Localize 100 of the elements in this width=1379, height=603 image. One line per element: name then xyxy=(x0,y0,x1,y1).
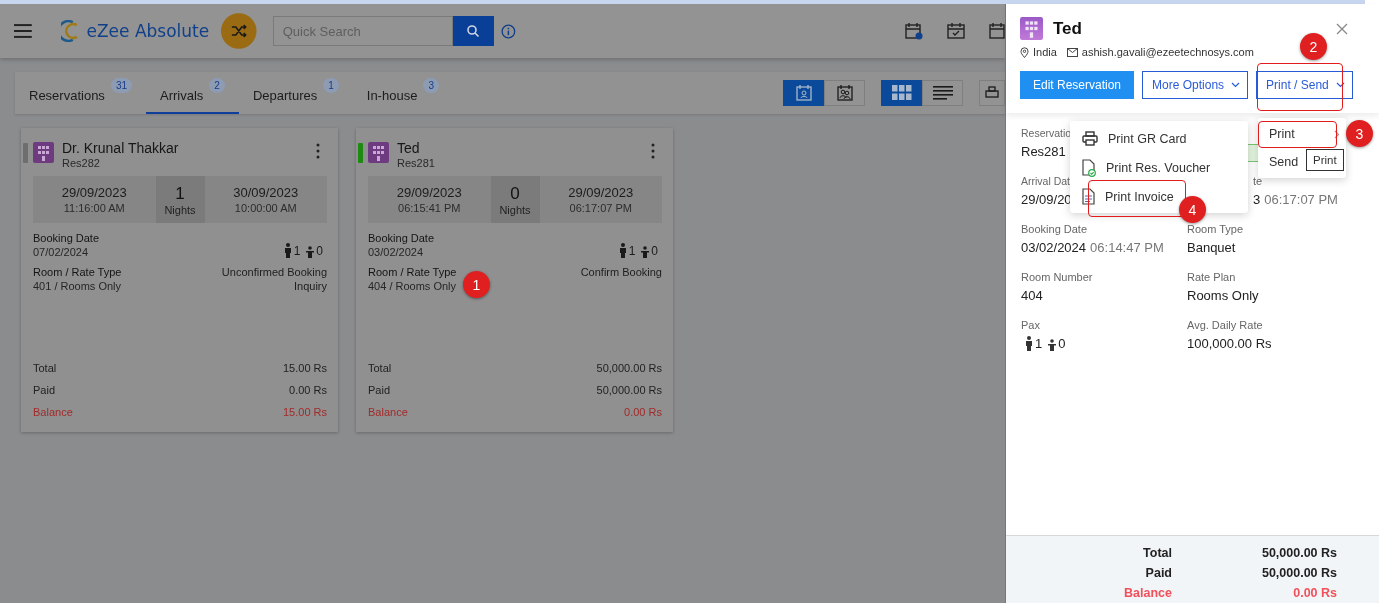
field-value: Banquet xyxy=(1187,240,1236,255)
departure-time: 06:17:07 PM xyxy=(569,202,632,214)
dropdown-button[interactable]: More Options xyxy=(1142,71,1249,99)
field-label: Booking Date xyxy=(33,232,100,244)
calendar-add-icon[interactable] xyxy=(905,22,923,40)
field-label: Arrival Dat xyxy=(1021,175,1070,187)
field-label: Room / Rate Type xyxy=(33,266,122,278)
grid-icon xyxy=(891,85,912,101)
field-label: Room Type xyxy=(1187,223,1244,235)
booking-date: 07/02/2024 xyxy=(33,246,90,258)
guest-name: Ted xyxy=(397,140,421,156)
adult-count: 1 xyxy=(293,244,301,258)
calendar-icon[interactable] xyxy=(989,22,1005,40)
chevron-right-icon xyxy=(1334,129,1340,139)
child-icon xyxy=(641,246,650,258)
amount-label: Total xyxy=(33,362,57,374)
adult-icon xyxy=(618,243,627,258)
amount-label: Paid xyxy=(368,384,391,396)
adult-icon xyxy=(283,243,292,258)
guest-calendar-icon xyxy=(794,84,813,102)
amount-value: 0.00 Rs xyxy=(624,406,662,418)
departure-date: 30/09/2023 xyxy=(233,185,299,200)
amount-value: 50,000.00 Rs xyxy=(596,362,662,374)
building-icon xyxy=(1020,17,1043,40)
booking-status: Confirm Booking xyxy=(580,266,662,278)
calendar-check-icon[interactable] xyxy=(947,22,965,40)
field-label: Room / Rate Type xyxy=(368,266,457,278)
printer-icon xyxy=(985,86,999,100)
count-badge: 3 xyxy=(423,78,439,93)
group-calendar-icon xyxy=(835,84,854,102)
reservation-number: Res281 xyxy=(397,157,436,169)
field-time: 06:17:07 PM xyxy=(1264,192,1338,207)
arrival-time: 11:16:00 AM xyxy=(63,202,125,214)
arrival-time: 06:15:41 PM xyxy=(398,202,461,214)
booking-date: 03/02/2024 xyxy=(368,246,425,258)
amount-value: 15.00 Rs xyxy=(282,362,327,374)
field-label: Booking Date xyxy=(368,232,435,244)
dropdown-button[interactable]: Print / Send xyxy=(1256,71,1353,99)
room-rate: 404 / Rooms Only xyxy=(368,280,457,292)
tab[interactable]: Reservations 31 xyxy=(15,72,146,114)
more-icon[interactable] xyxy=(651,143,655,159)
guest-name: Dr. Krunal Thakkar xyxy=(62,140,180,156)
info-icon[interactable] xyxy=(501,23,516,39)
amount-label: Balance xyxy=(368,406,408,418)
guest-calendar-button[interactable] xyxy=(783,80,824,106)
adult-count: 1 xyxy=(628,244,636,258)
amount-value: 0.00 Rs xyxy=(289,384,327,396)
amount-label: Total xyxy=(1142,546,1172,560)
building-icon xyxy=(33,142,54,163)
count-badge: 1 xyxy=(323,78,339,93)
amount-value: 50,000.00 Rs xyxy=(1260,546,1337,560)
close-icon[interactable] xyxy=(1336,22,1348,35)
booking-status: Inquiry xyxy=(293,280,327,292)
menu-icon[interactable] xyxy=(14,24,32,38)
chevron-down-icon xyxy=(1231,82,1241,88)
departure-date: 29/09/2023 xyxy=(568,185,634,200)
grid-view-button[interactable] xyxy=(881,80,922,106)
nights-count: 1 xyxy=(175,183,185,204)
tab[interactable]: In-house 3 xyxy=(352,72,453,114)
menu-item[interactable]: Print GR Card xyxy=(1070,124,1240,153)
field-value: Rooms Only xyxy=(1187,288,1259,303)
departure-time: 10:00:00 AM xyxy=(234,202,297,214)
child-icon xyxy=(306,246,315,258)
reservation-number: Res282 xyxy=(62,157,101,169)
arrival-date: 29/09/2023 xyxy=(61,185,127,200)
field-value: 100,000.00 Rs xyxy=(1187,336,1272,351)
menu-item[interactable]: Print Res. Voucher xyxy=(1070,153,1240,182)
amount-value: 15.00 Rs xyxy=(282,406,327,418)
field-label: Booking Date xyxy=(1021,223,1088,235)
search-button[interactable] xyxy=(452,16,495,46)
adult-count: 1 xyxy=(1035,336,1043,351)
amount-label: Balance xyxy=(33,406,73,418)
shuffle-icon[interactable] xyxy=(221,13,257,49)
email-icon xyxy=(1066,47,1078,57)
booking-status: Unconfirmed Booking xyxy=(221,266,327,278)
adult-icon xyxy=(1025,336,1033,351)
print-button[interactable] xyxy=(979,80,1005,106)
edit-button[interactable]: Edit Reservation xyxy=(1020,71,1135,99)
more-icon[interactable] xyxy=(316,143,320,159)
tab[interactable]: Departures 1 xyxy=(238,72,353,114)
child-count: 0 xyxy=(651,244,658,258)
tab[interactable]: Arrivals 2 xyxy=(146,72,239,114)
field-value: 404 xyxy=(1021,288,1043,303)
reservation-card[interactable] xyxy=(21,128,338,432)
list-view-button[interactable] xyxy=(922,80,963,106)
field-time: 06:14:47 PM xyxy=(1090,240,1164,255)
child-icon xyxy=(1048,339,1057,351)
amount-value: 0.00 Rs xyxy=(1292,586,1337,600)
field-value: Res281 xyxy=(1021,144,1066,159)
building-icon xyxy=(368,142,389,163)
field-value: 3 xyxy=(1253,192,1261,207)
guest-country: India xyxy=(1033,46,1057,58)
field-label: Rate Plan xyxy=(1187,271,1236,283)
group-calendar-button[interactable] xyxy=(824,80,865,106)
field-value: 03/02/2024 xyxy=(1021,240,1087,255)
room-rate: 401 / Rooms Only xyxy=(33,280,122,292)
amount-value: 50,000.00 Rs xyxy=(1260,566,1337,580)
count-badge: 31 xyxy=(110,78,132,93)
child-count: 0 xyxy=(316,244,323,258)
field-label: Pax xyxy=(1021,319,1040,331)
